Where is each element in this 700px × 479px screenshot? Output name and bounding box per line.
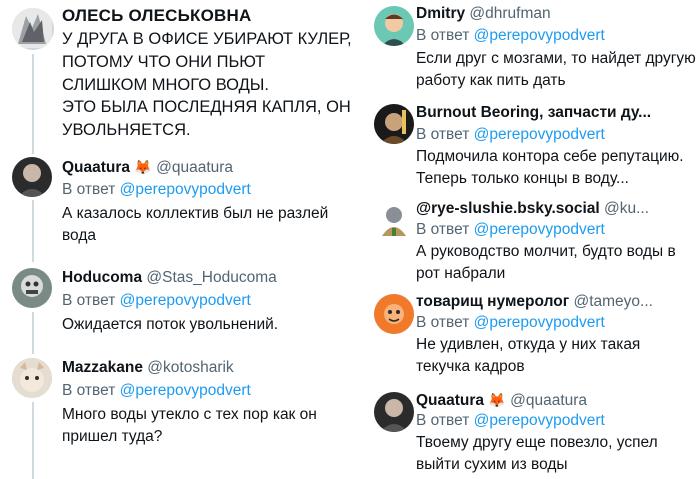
author-handle[interactable]: @quaatura <box>510 392 587 409</box>
reply-text: А руководство молчит, будто воды в рот н… <box>416 243 676 282</box>
reply-prefix: В ответ <box>62 292 116 309</box>
avatar-image-icon <box>374 392 414 432</box>
reply-text: А казалось коллектив был не разлей вода <box>62 205 329 244</box>
author-name[interactable]: Burnout Beoring, запчасти ду... <box>416 104 651 121</box>
reply-to-line: В ответ @perepovypodvert <box>62 180 251 200</box>
reply-header: Hoducoma @Stas_Hoducoma <box>62 268 277 288</box>
avatar-image-icon <box>12 358 52 398</box>
reply-prefix: В ответ <box>416 27 470 44</box>
avatar-image-icon <box>12 8 52 48</box>
author-name[interactable]: Quaatura <box>416 392 484 409</box>
reply-to-line: В ответ @perepovypodvert <box>416 26 605 46</box>
reply-header: Mazzakane @kotosharik <box>62 358 234 378</box>
reply-prefix: В ответ <box>416 126 470 143</box>
reply-header: Dmitry @dhrufman <box>416 4 696 24</box>
author-handle[interactable]: @Stas_Hoducoma <box>146 269 276 286</box>
reply-prefix: В ответ <box>62 181 116 198</box>
reply-header: Quaatura 🦊 @quaatura <box>416 390 696 411</box>
author-name[interactable]: Quaatura <box>62 159 130 176</box>
reply-text: Не удивлен, откуда у них такая текучка к… <box>416 336 641 375</box>
reply-to-line: В ответ @perepovypodvert <box>416 313 605 333</box>
reply-to-line: В ответ @perepovypodvert <box>62 381 251 401</box>
mention-link[interactable]: @perepovypodvert <box>474 314 605 331</box>
reply-text: Твоему другу еще повезло, успел выйти су… <box>416 434 658 473</box>
mention-link[interactable]: @perepovypodvert <box>474 412 605 429</box>
avatar-image-icon <box>374 200 414 240</box>
avatar-image-icon <box>12 268 52 308</box>
author-handle[interactable]: @quaatura <box>156 159 233 176</box>
op-author-name[interactable]: ОЛЕСЬ ОЛЕСЬКОВНА <box>62 6 251 26</box>
avatar[interactable] <box>12 268 52 308</box>
avatar[interactable] <box>374 294 414 334</box>
reply-to-line: В ответ @perepovypodvert <box>416 125 605 145</box>
fox-emoji-icon: 🦊 <box>488 392 506 408</box>
author-name[interactable]: @rye-slushie.bsky.social <box>416 200 600 217</box>
author-name[interactable]: Mazzakane <box>62 359 143 376</box>
op-text-1: У ДРУГА В ОФИСЕ УБИРАЮТ КУЛЕР, ПОТОМУ ЧТ… <box>62 30 352 94</box>
reply-text: Подмочила контора себе репутацию. Теперь… <box>416 148 684 187</box>
mention-link[interactable]: @perepovypodvert <box>120 181 251 198</box>
avatar[interactable] <box>374 104 414 144</box>
reply-to-line: В ответ @perepovypodvert <box>416 411 605 431</box>
reply-prefix: В ответ <box>416 314 470 331</box>
thread-line <box>32 200 34 262</box>
reply-header: Burnout Beoring, запчасти ду... <box>416 103 696 123</box>
op-text-2: ЭТО БЫЛА ПОСЛЕДНЯЯ КАПЛЯ, ОН УВОЛЬНЯЕТСЯ… <box>62 98 351 139</box>
mention-link[interactable]: @perepovypodvert <box>120 292 251 309</box>
reply-header: Quaatura 🦊 @quaatura <box>62 157 233 178</box>
thread-line <box>32 312 34 354</box>
avatar[interactable] <box>374 392 414 432</box>
avatar[interactable] <box>12 358 52 398</box>
reply-prefix: В ответ <box>416 221 470 238</box>
reply-prefix: В ответ <box>62 382 116 399</box>
mention-link[interactable]: @perepovypodvert <box>474 27 605 44</box>
avatar[interactable] <box>374 6 414 46</box>
reply-to-line: В ответ @perepovypodvert <box>62 291 251 311</box>
author-handle[interactable]: @kotosharik <box>147 359 233 376</box>
left-thread-column: ОЛЕСЬ ОЛЕСЬКОВНА У ДРУГА В ОФИСЕ УБИРАЮТ… <box>0 0 360 479</box>
avatar[interactable] <box>12 8 54 50</box>
avatar-image-icon <box>374 6 414 46</box>
reply-to-line: В ответ @perepovypodvert <box>416 220 605 240</box>
thread-line <box>32 54 34 154</box>
author-name[interactable]: Hoducoma <box>62 269 142 286</box>
thread-line <box>32 402 34 479</box>
avatar[interactable] <box>374 200 414 240</box>
mention-link[interactable]: @perepovypodvert <box>474 221 605 238</box>
author-handle[interactable]: @ku... <box>604 200 649 217</box>
mention-link[interactable]: @perepovypodvert <box>120 382 251 399</box>
fox-emoji-icon: 🦊 <box>134 159 152 175</box>
right-thread-column: Dmitry @dhrufman В ответ @perepovypodver… <box>360 0 700 479</box>
reply-prefix: В ответ <box>416 412 470 429</box>
reply-text: Ожидается поток увольнений. <box>62 316 279 333</box>
reply-header: товарищ нумеролог @tameyo... <box>416 292 696 312</box>
reply-text: Если друг с мозгами, то найдет другую ра… <box>416 50 696 89</box>
avatar-image-icon <box>374 104 414 144</box>
mention-link[interactable]: @perepovypodvert <box>474 126 605 143</box>
reply-text: Много воды утекло с тех пор как он прише… <box>62 406 317 445</box>
reply-header: @rye-slushie.bsky.social @ku... <box>416 199 696 219</box>
author-name[interactable]: товарищ нумеролог <box>416 293 569 310</box>
avatar-image-icon <box>374 294 414 334</box>
avatar[interactable] <box>12 157 52 197</box>
avatar-image-icon <box>12 157 52 197</box>
author-handle[interactable]: @dhrufman <box>469 5 550 22</box>
author-handle[interactable]: @tameyo... <box>573 293 652 310</box>
author-name[interactable]: Dmitry <box>416 5 465 22</box>
